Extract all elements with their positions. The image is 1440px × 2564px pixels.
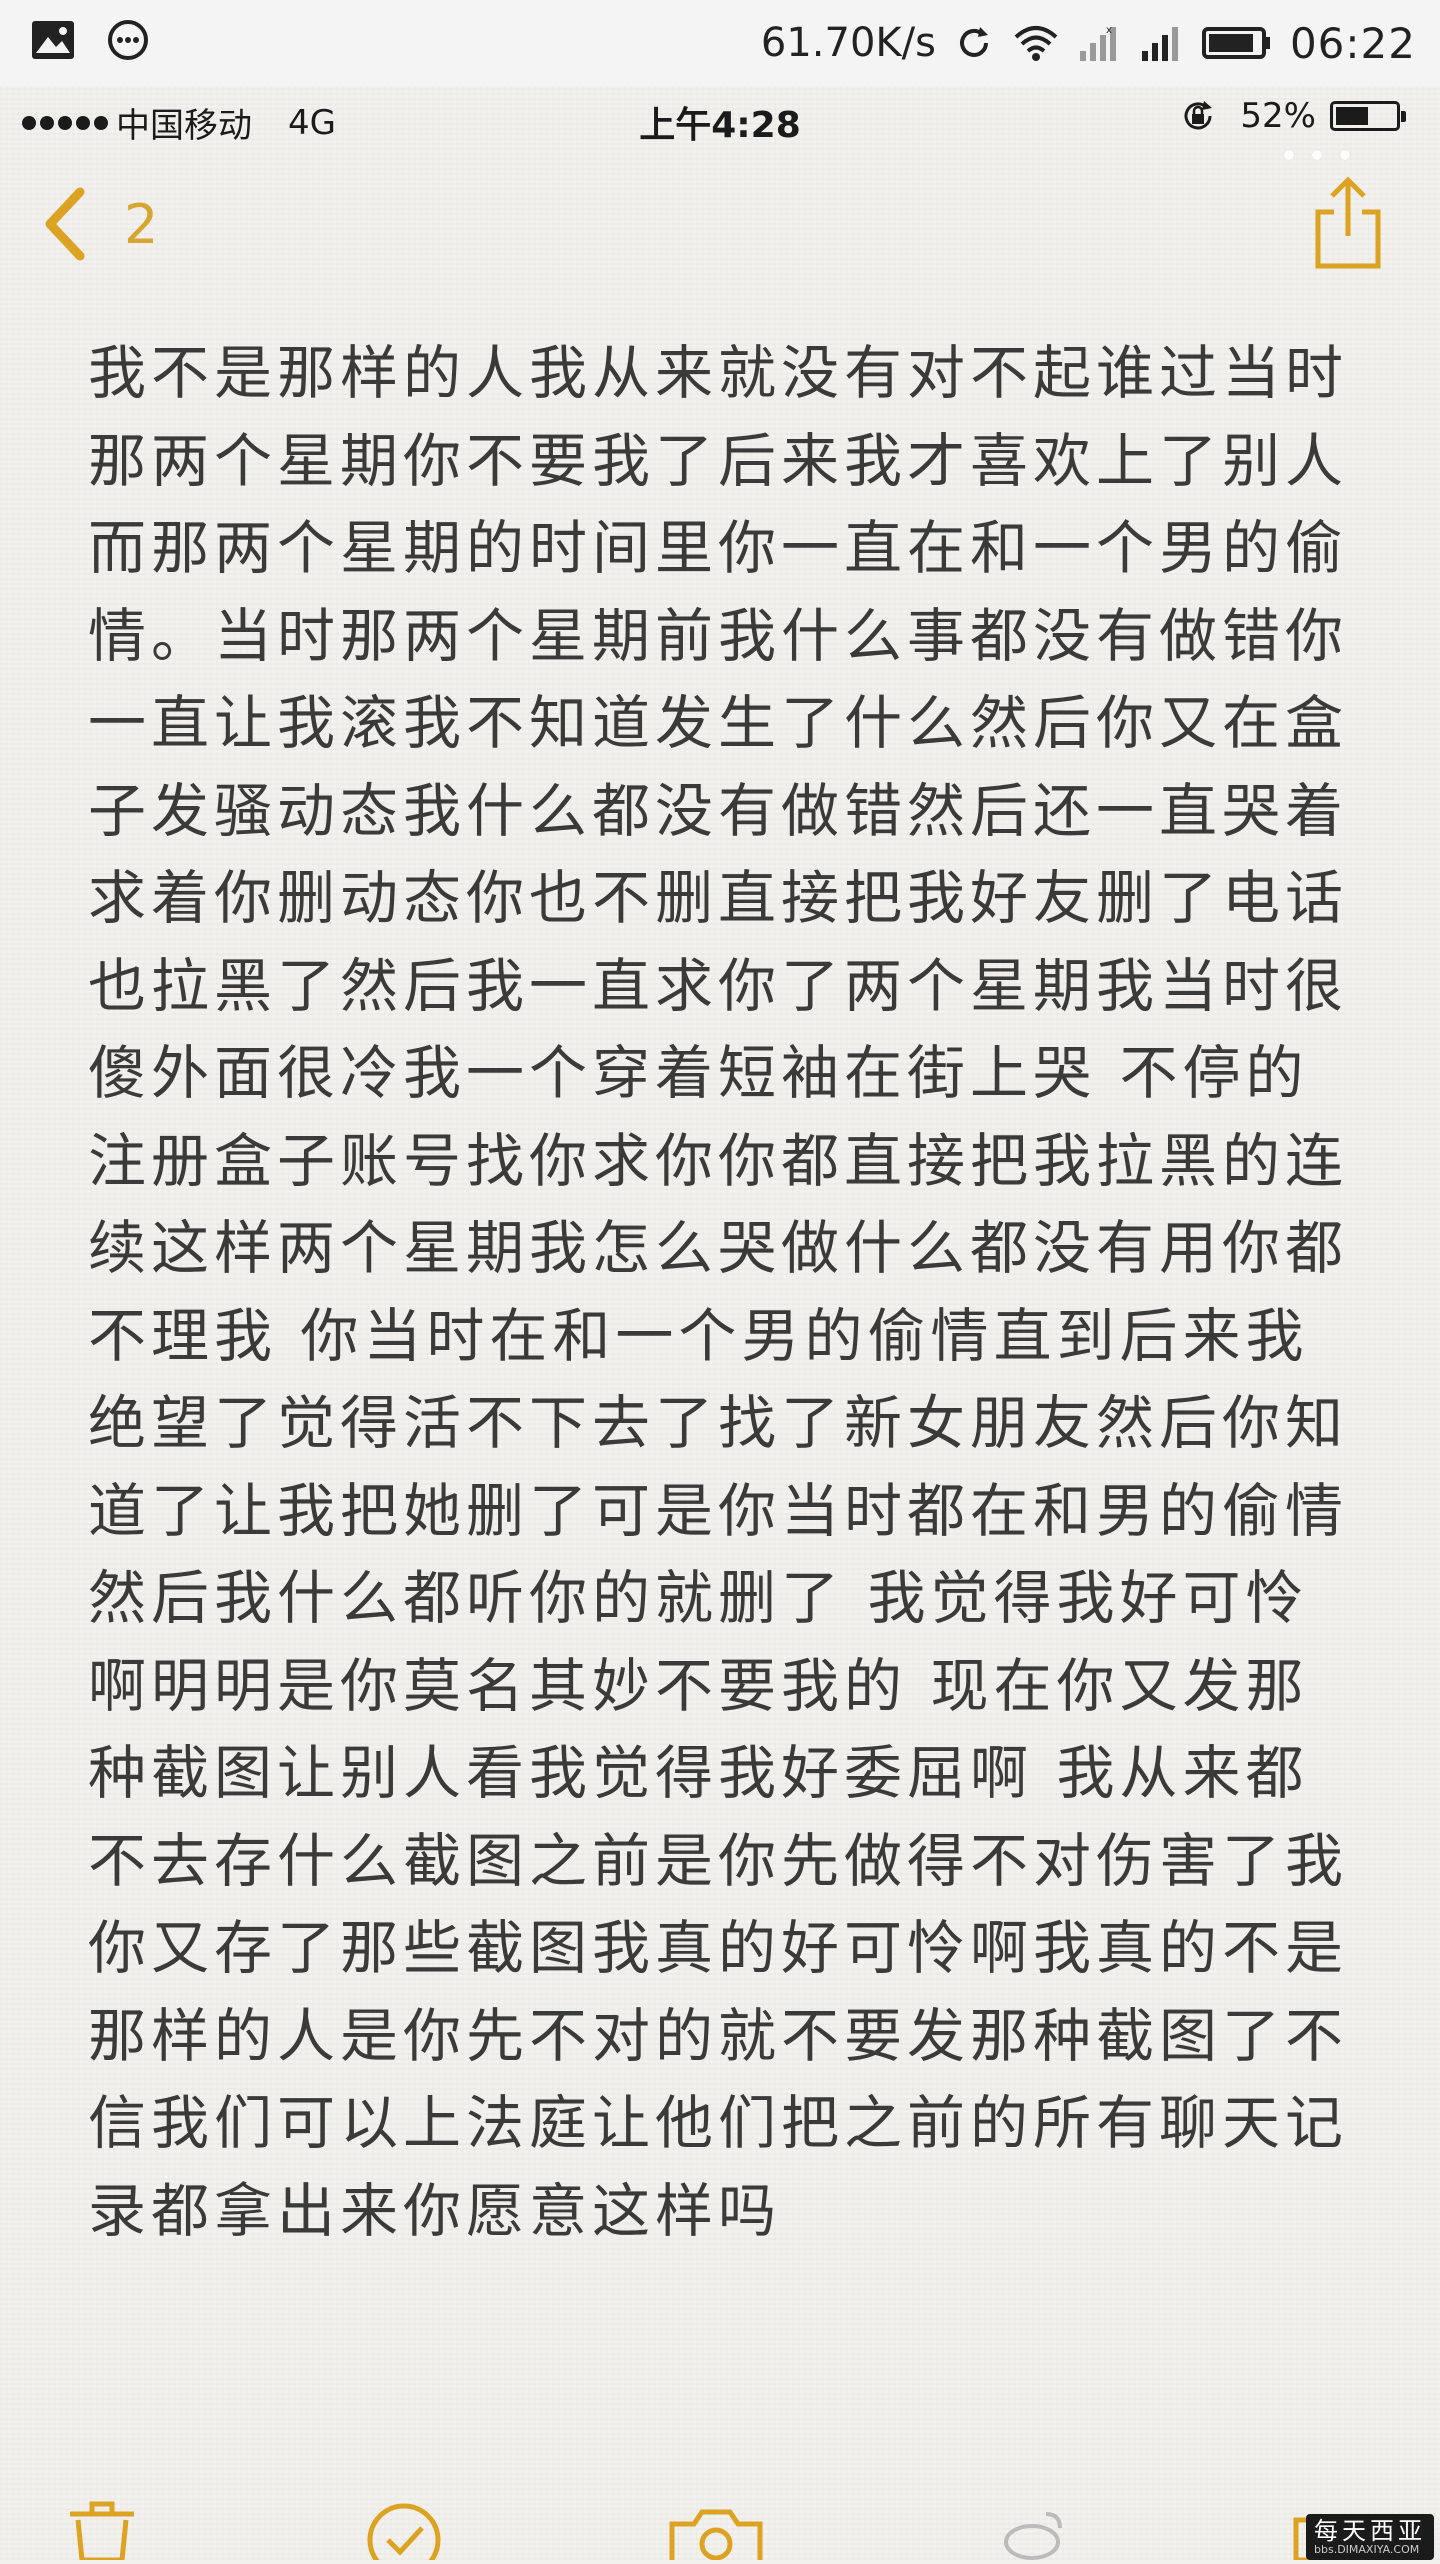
site-watermark: 每天西亚 bbs.DIMAXIYA.COM: [1306, 2513, 1434, 2560]
trash-icon: [70, 2501, 134, 2563]
signal-icon-2: [1141, 27, 1178, 61]
ios-status-right: 52%: [1180, 96, 1406, 136]
camera-button[interactable]: [666, 2500, 766, 2564]
image-icon: [32, 21, 74, 59]
share-icon: [1315, 176, 1381, 269]
sync-icon: [959, 27, 988, 57]
android-clock: 06:22: [1289, 18, 1416, 68]
signal-icon: x: [1079, 25, 1116, 61]
weibo-logo: [1000, 2500, 1070, 2564]
network-speed: 61.70K/s: [760, 20, 936, 66]
chevron-left-icon: [45, 187, 85, 261]
orientation-lock-icon: [1184, 101, 1213, 130]
ios-battery-icon: [1330, 101, 1406, 131]
battery-icon: [1201, 27, 1270, 59]
watermark-line2: bbs.DIMAXIYA.COM: [1314, 2542, 1420, 2556]
trash-button[interactable]: [64, 2500, 140, 2564]
note-body-text[interactable]: 我不是那样的人我从来就没有对不起谁过当时那两个星期你不要我了后来我才喜欢上了别人…: [88, 330, 1363, 2255]
checklist-button[interactable]: [364, 2500, 444, 2564]
checklist-icon: [367, 2503, 441, 2564]
notes-toolbar: 每天西亚 bbs.DIMAXIYA.COM: [0, 2500, 1440, 2564]
message-icon: [108, 20, 148, 60]
back-button[interactable]: 2: [40, 186, 158, 262]
back-count: 2: [124, 192, 159, 256]
android-status-bar: 61.70K/s x 06:22: [0, 0, 1440, 87]
android-status-right: 61.70K/s x 06:22: [761, 0, 1416, 86]
share-button[interactable]: [1312, 176, 1384, 276]
android-status-left: [30, 18, 150, 62]
wifi-icon: [1014, 26, 1058, 61]
weibo-icon: [1004, 2512, 1062, 2560]
ios-status-bar: 中国移动 4G 上午4:28 52%: [0, 86, 1440, 156]
watermark-line1: 每天西亚: [1314, 2516, 1426, 2545]
camera-icon: [669, 2509, 763, 2564]
more-dots-icon: [1284, 150, 1350, 160]
svg-text:x: x: [1106, 25, 1112, 36]
ios-battery-percent: 52%: [1240, 96, 1316, 136]
